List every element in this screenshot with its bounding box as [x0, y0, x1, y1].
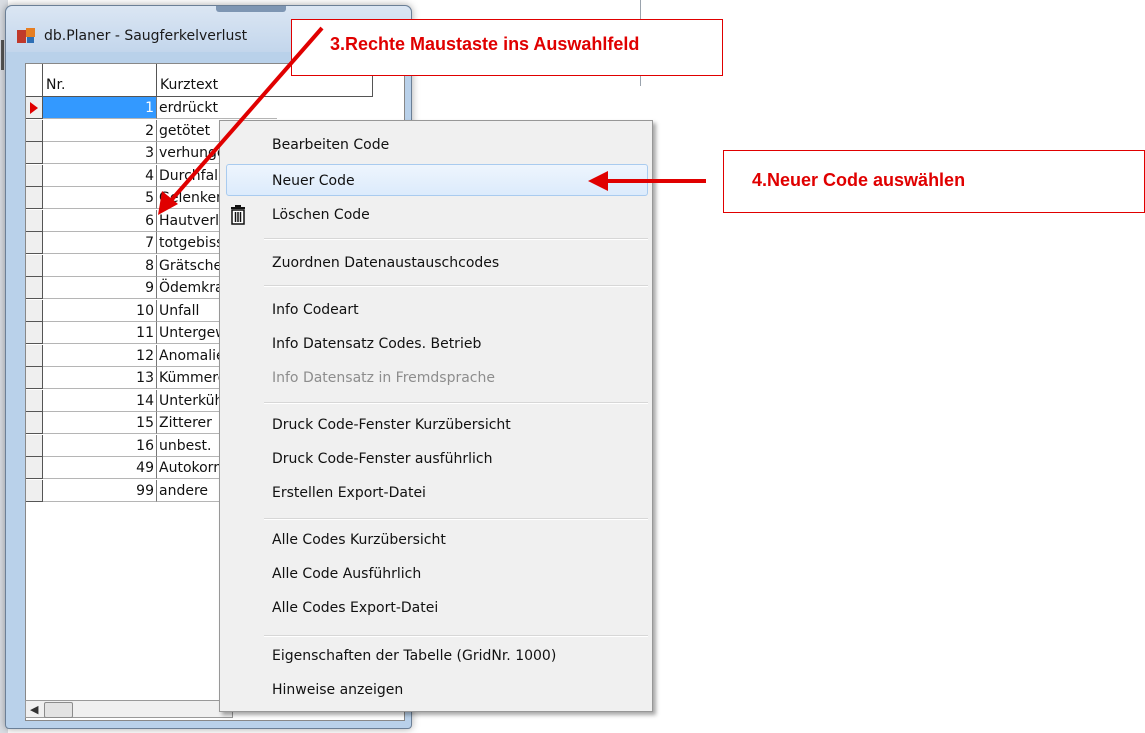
- annotation-arrows: [158, 26, 706, 215]
- arrow-step4: [588, 171, 706, 191]
- arrow-step3: [158, 26, 324, 215]
